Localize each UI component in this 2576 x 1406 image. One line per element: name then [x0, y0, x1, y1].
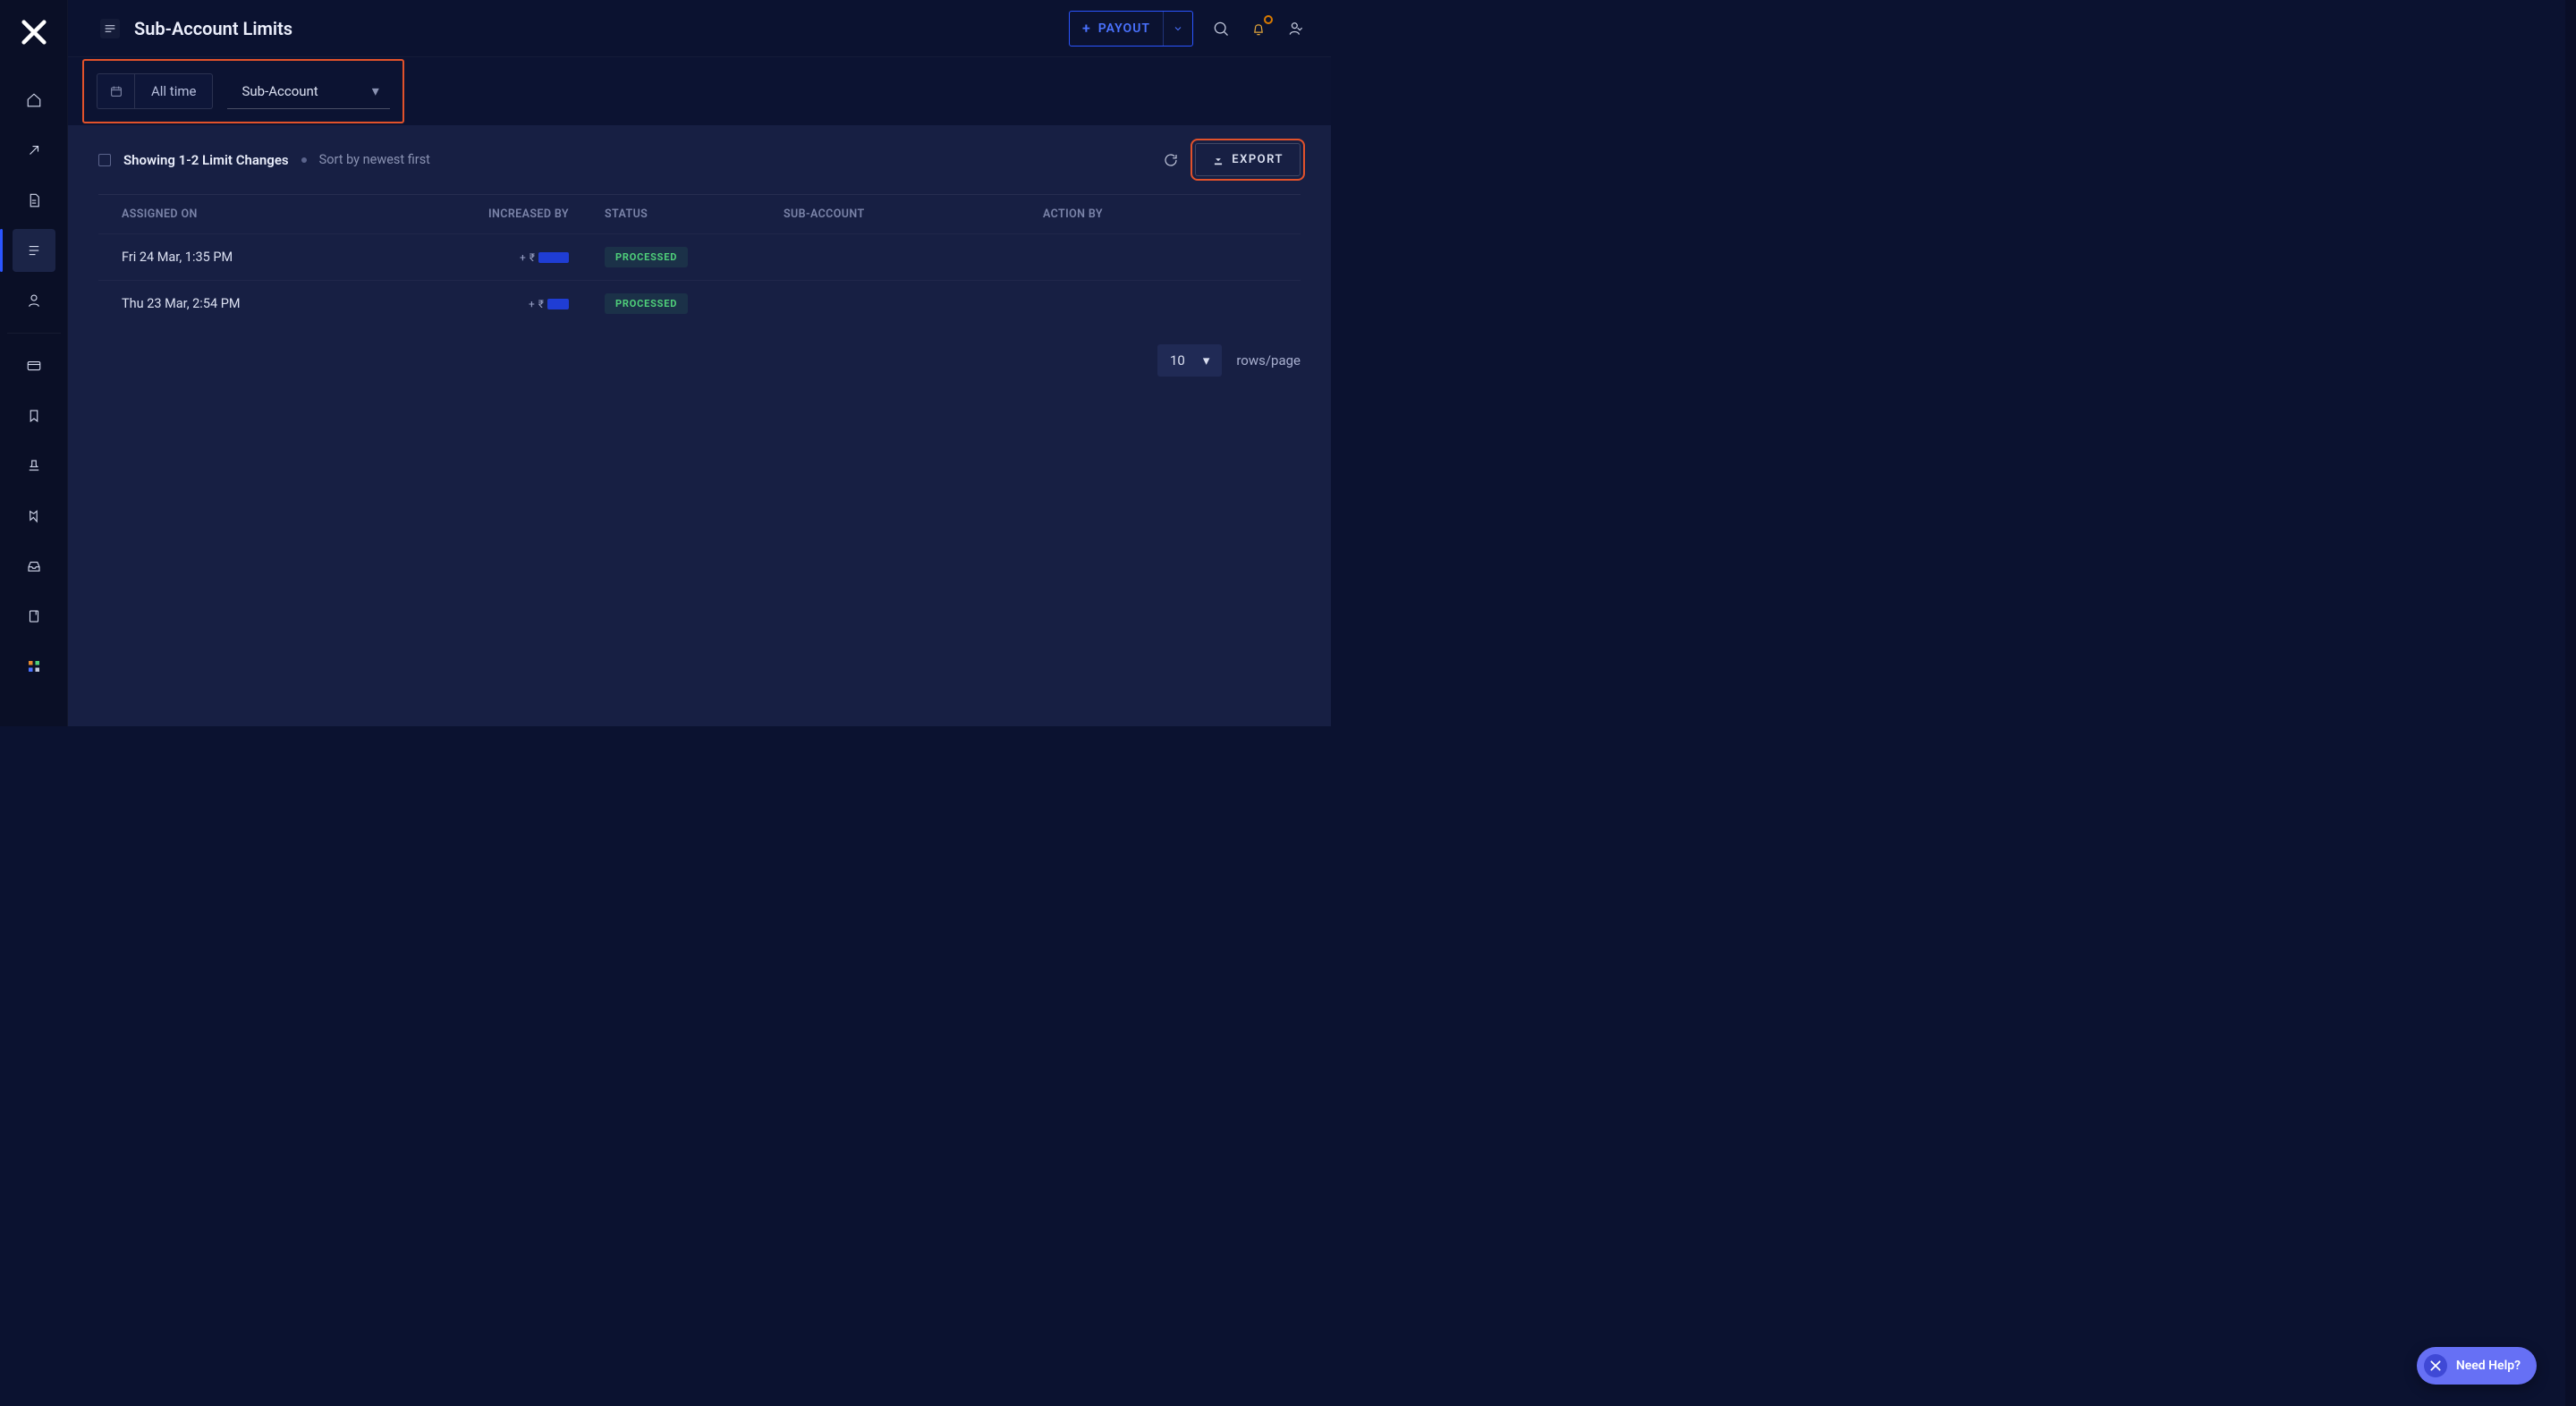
status-badge: PROCESSED — [605, 247, 688, 267]
col-status: STATUS — [605, 208, 784, 221]
notification-indicator-icon — [1264, 15, 1273, 24]
date-filter-label: All time — [135, 83, 212, 99]
cell-status: PROCESSED — [605, 247, 784, 267]
table-header: ASSIGNED ON INCREASED BY STATUS SUB-ACCO… — [98, 195, 1301, 233]
profile-button[interactable] — [1286, 19, 1306, 38]
nav-stamp[interactable] — [13, 445, 55, 487]
help-avatar-icon — [2424, 1354, 2447, 1377]
showing-text: Showing 1-2 Limit Changes — [123, 152, 289, 168]
help-button[interactable]: Need Help? — [2417, 1347, 2537, 1385]
notifications-button[interactable] — [1249, 19, 1268, 38]
page-title: Sub-Account Limits — [134, 18, 292, 39]
content: Showing 1-2 Limit Changes Sort by newest… — [68, 125, 1331, 726]
amount-redacted — [547, 299, 569, 309]
limits-table: ASSIGNED ON INCREASED BY STATUS SUB-ACCO… — [98, 194, 1301, 326]
subaccount-filter[interactable]: Sub-Account ▾ — [227, 73, 389, 109]
list-header: Showing 1-2 Limit Changes Sort by newest… — [98, 125, 1301, 194]
plus-icon: + — [1070, 20, 1098, 37]
subaccount-filter-label: Sub-Account — [242, 83, 318, 99]
sort-label[interactable]: Sort by newest first — [319, 152, 430, 167]
payout-label: PAYOUT — [1098, 21, 1163, 36]
nav-document[interactable] — [13, 179, 55, 222]
brand-logo — [13, 11, 55, 54]
status-badge: PROCESSED — [605, 293, 688, 314]
pagination: 10 ▾ rows/page — [98, 326, 1301, 394]
col-increased-by: INCREASED BY — [408, 208, 605, 221]
main-area: Sub-Account Limits + PAYOUT — [68, 0, 1331, 726]
help-label: Need Help? — [2456, 1359, 2521, 1373]
table-row[interactable]: Fri 24 Mar, 1:35 PM + ₹ PROCESSED — [98, 233, 1301, 280]
col-assigned-on: ASSIGNED ON — [122, 208, 408, 221]
separator-dot-icon — [301, 157, 307, 163]
refresh-button[interactable] — [1161, 150, 1181, 170]
amount-redacted — [538, 252, 569, 263]
filter-bar: All time Sub-Account ▾ — [68, 57, 1331, 125]
nav-cards[interactable] — [13, 344, 55, 387]
export-label: EXPORT — [1232, 153, 1284, 166]
nav-apps[interactable] — [13, 645, 55, 688]
nav-contacts[interactable] — [13, 279, 55, 322]
cell-status: PROCESSED — [605, 293, 784, 314]
sidebar — [0, 0, 68, 726]
rows-per-page-value: 10 — [1170, 352, 1185, 368]
sidebar-divider — [7, 333, 61, 334]
col-action-by: ACTION BY — [1043, 208, 1301, 221]
cell-assigned-on: Thu 23 Mar, 2:54 PM — [122, 296, 408, 311]
nav-bookmark[interactable] — [13, 394, 55, 437]
nav-book[interactable] — [13, 595, 55, 638]
chevron-down-icon: ▾ — [1203, 352, 1210, 368]
col-sub-account: SUB-ACCOUNT — [784, 208, 1043, 221]
date-filter[interactable]: All time — [97, 73, 213, 109]
select-all-checkbox[interactable] — [98, 154, 111, 166]
currency-symbol: ₹ — [530, 251, 535, 264]
vertical-scrollbar[interactable] — [2565, 0, 2576, 1406]
nav-statements[interactable] — [13, 229, 55, 272]
nav-location[interactable] — [13, 495, 55, 538]
payout-button[interactable]: + PAYOUT — [1069, 11, 1193, 47]
currency-symbol: ₹ — [538, 298, 544, 310]
payout-dropdown[interactable] — [1163, 12, 1192, 46]
filter-group-highlight: All time Sub-Account ▾ — [82, 59, 404, 123]
cell-increased-by: + ₹ — [408, 251, 605, 264]
amount-sign: + — [529, 298, 535, 310]
chevron-down-icon: ▾ — [372, 82, 379, 99]
calendar-icon — [97, 74, 135, 108]
cell-assigned-on: Fri 24 Mar, 1:35 PM — [122, 250, 408, 265]
table-row[interactable]: Thu 23 Mar, 2:54 PM + ₹ PROCESSED — [98, 280, 1301, 326]
nav-home[interactable] — [13, 79, 55, 122]
menu-toggle[interactable] — [100, 19, 120, 38]
nav-inbox[interactable] — [13, 545, 55, 588]
rows-per-page-label: rows/page — [1236, 352, 1301, 368]
cell-increased-by: + ₹ — [408, 298, 605, 310]
search-button[interactable] — [1211, 19, 1231, 38]
amount-sign: + — [520, 251, 526, 264]
rows-per-page-select[interactable]: 10 ▾ — [1157, 344, 1222, 377]
topbar: Sub-Account Limits + PAYOUT — [68, 0, 1331, 57]
export-button[interactable]: EXPORT — [1195, 143, 1301, 176]
nav-send[interactable] — [13, 129, 55, 172]
